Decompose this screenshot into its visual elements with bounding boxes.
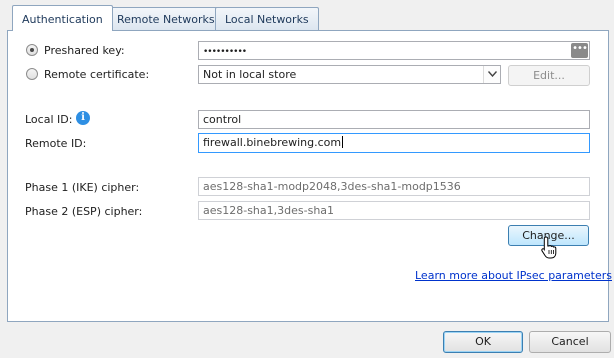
tab-authentication[interactable]: Authentication [12, 5, 113, 31]
phase2-cipher-label: Phase 2 (ESP) cipher: [25, 205, 143, 218]
local-id-field[interactable]: control [198, 110, 590, 129]
phase2-cipher-field: aes128-sha1,3des-sha1 [198, 201, 590, 220]
info-icon[interactable]: i [76, 111, 90, 125]
remote-certificate-value: Not in local store [203, 68, 297, 81]
preshared-key-radio[interactable] [26, 44, 38, 56]
remote-certificate-label: Remote certificate: [44, 68, 150, 81]
remote-id-value: firewall.binebrewing.com [203, 136, 342, 149]
show-key-button[interactable]: ••• [571, 43, 588, 58]
remote-id-label: Remote ID: [25, 137, 87, 150]
tab-remote-networks[interactable]: Remote Networks [107, 7, 225, 30]
local-id-label: Local ID: [25, 113, 73, 126]
radio-selected-dot [30, 48, 34, 52]
text-caret [342, 136, 344, 148]
preshared-key-value: •••••••••• [203, 47, 247, 57]
phase1-cipher-field: aes128-sha1-modp2048,3des-sha1-modp1536 [198, 177, 590, 196]
remote-id-field[interactable]: firewall.binebrewing.com [198, 133, 590, 153]
phase1-cipher-label: Phase 1 (IKE) cipher: [25, 181, 140, 194]
learn-more-ipsec-link[interactable]: Learn more about IPsec parameters [415, 269, 612, 282]
tab-local-networks[interactable]: Local Networks [215, 7, 319, 30]
chevron-down-icon[interactable] [483, 66, 500, 83]
authentication-panel: Preshared key: •••••••••• ••• Remote cer… [7, 30, 612, 322]
hand-cursor-icon [541, 236, 557, 259]
preshared-key-label: Preshared key: [44, 44, 125, 57]
edit-certificate-button[interactable]: Edit... [508, 65, 590, 86]
remote-certificate-select[interactable]: Not in local store [198, 65, 501, 84]
remote-certificate-radio[interactable] [26, 68, 38, 80]
ok-button[interactable]: OK [443, 331, 523, 353]
cancel-button[interactable]: Cancel [529, 331, 611, 353]
preshared-key-field[interactable]: •••••••••• ••• [198, 41, 590, 60]
